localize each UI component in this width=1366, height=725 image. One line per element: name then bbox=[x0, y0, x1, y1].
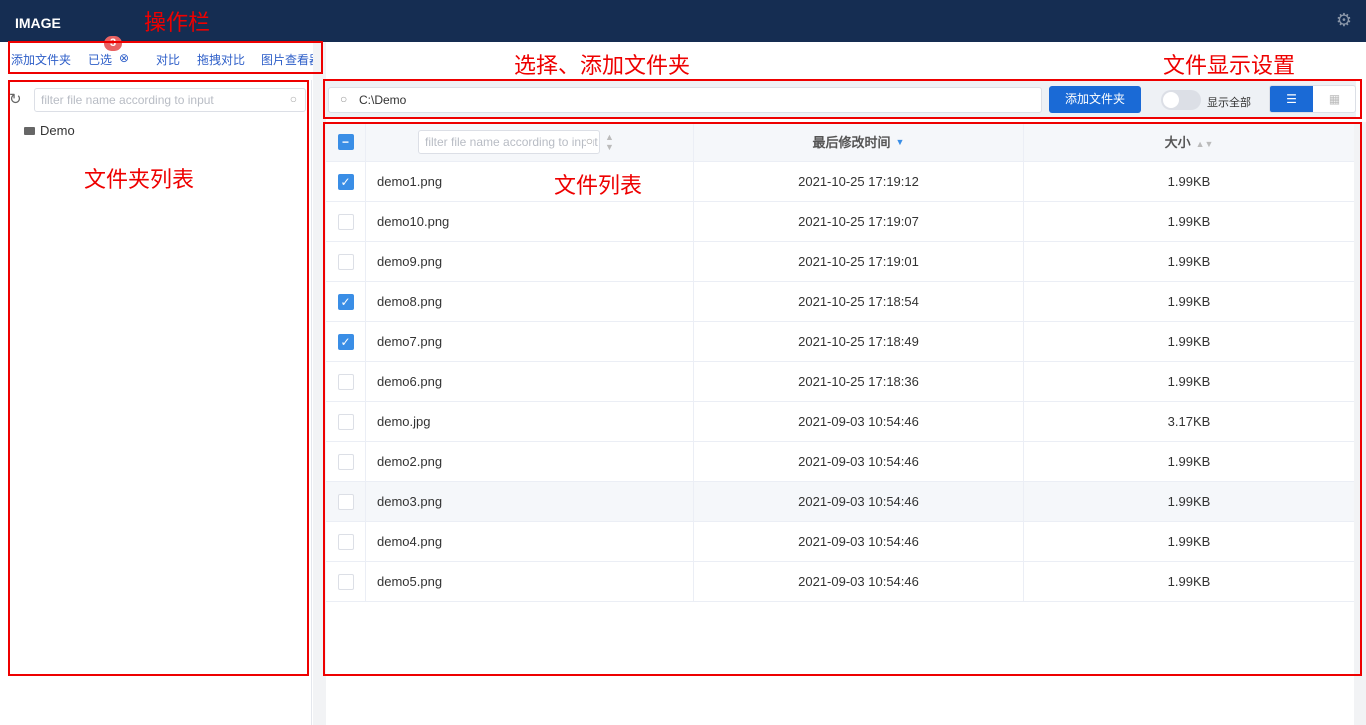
annotation-toolbar: 操作栏 bbox=[144, 11, 211, 36]
annotation-box bbox=[323, 79, 1362, 119]
annotation-folders: 文件夹列表 bbox=[84, 168, 195, 193]
app-title: IMAGE bbox=[15, 15, 61, 31]
annotation-pathbar: 选择、添加文件夹 bbox=[514, 54, 691, 79]
annotation-display: 文件显示设置 bbox=[1163, 54, 1296, 79]
annotation-box bbox=[323, 122, 1362, 676]
gear-icon[interactable]: ⚙ bbox=[1336, 10, 1352, 31]
annotation-box bbox=[8, 41, 323, 74]
annotation-files: 文件列表 bbox=[554, 174, 643, 199]
